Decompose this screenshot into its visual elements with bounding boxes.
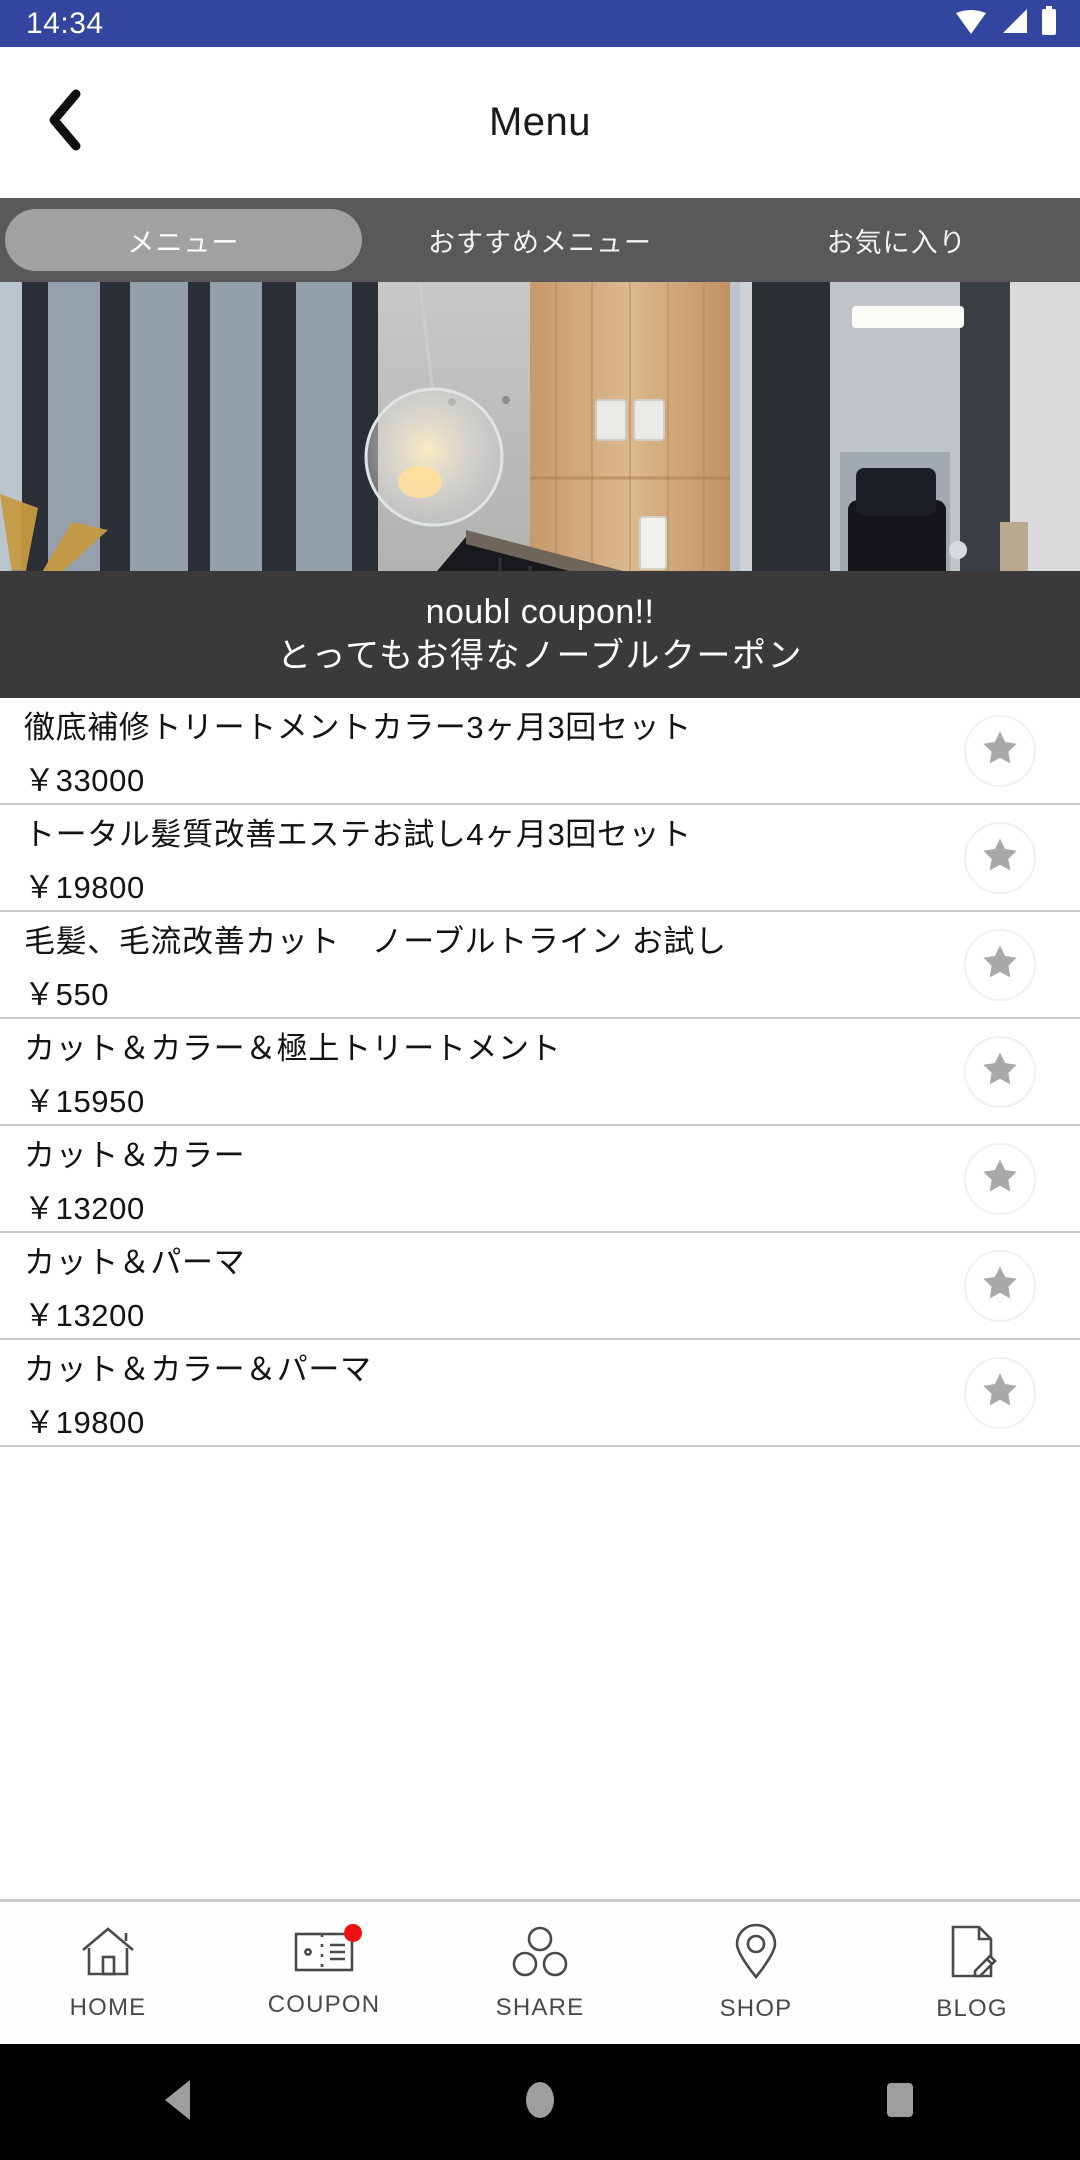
system-recents-button[interactable] xyxy=(840,2044,960,2160)
menu-item-price: ￥19800 xyxy=(24,1404,145,1440)
star-icon xyxy=(979,941,1021,988)
menu-list: 徹底補修トリートメントカラー3ヶ月3回セット ￥33000 トータル髪質改善エス… xyxy=(0,698,1080,1447)
home-circle-icon xyxy=(520,2077,560,2128)
tab-recommended-menu[interactable]: おすすめメニュー xyxy=(362,209,719,271)
status-bar: 14:34 xyxy=(0,0,1080,47)
menu-item-texts: 毛髪、毛流改善カット ノーブルトライン お試し ￥550 xyxy=(24,916,727,1014)
nav-item-shop[interactable]: SHOP xyxy=(648,1902,864,2044)
menu-item-price: ￥13200 xyxy=(24,1190,145,1226)
menu-item-price: ￥15950 xyxy=(24,1083,145,1119)
favorite-button[interactable] xyxy=(964,928,1036,1001)
menu-item-name: カット＆カラー＆パーマ xyxy=(24,1351,372,1387)
system-home-button[interactable] xyxy=(480,2044,600,2160)
menu-list-item[interactable]: カット＆カラー＆パーマ ￥19800 xyxy=(0,1340,1080,1447)
android-system-bar xyxy=(0,2044,1080,2160)
back-chevron-icon xyxy=(45,89,85,156)
recents-square-icon xyxy=(880,2077,920,2128)
menu-item-price: ￥33000 xyxy=(24,762,145,798)
phone-screen: 14:34 Menu メニュー おすすめメニュー お気に入り noubl cou… xyxy=(0,0,1080,2160)
menu-item-texts: カット＆カラー＆パーマ ￥19800 xyxy=(24,1344,372,1442)
nav-item-blog[interactable]: BLOG xyxy=(864,1902,1080,2044)
menu-item-name: カット＆カラー xyxy=(24,1137,246,1173)
menu-item-price: ￥13200 xyxy=(24,1297,145,1333)
favorite-button[interactable] xyxy=(964,714,1036,787)
nav-label-blog: BLOG xyxy=(936,1995,1008,2022)
map-pin-icon xyxy=(731,1923,781,1986)
menu-item-texts: 徹底補修トリートメントカラー3ヶ月3回セット ￥33000 xyxy=(24,702,692,800)
banner-caption: noubl coupon!! とってもお得なノーブルクーポン xyxy=(0,571,1080,698)
nav-item-coupon[interactable]: COUPON xyxy=(216,1902,432,2044)
tab-menu[interactable]: メニュー xyxy=(5,209,362,271)
tab-favorites[interactable]: お気に入り xyxy=(718,209,1075,271)
favorite-button[interactable] xyxy=(964,821,1036,894)
share-icon xyxy=(511,1924,569,1985)
star-icon xyxy=(979,1155,1021,1202)
nav-label-share: SHARE xyxy=(495,1994,585,2021)
menu-list-item[interactable]: カット＆カラー ￥13200 xyxy=(0,1126,1080,1233)
nav-label-shop: SHOP xyxy=(719,1995,793,2022)
menu-item-name: 毛髪、毛流改善カット ノーブルトライン お試し xyxy=(24,923,727,959)
banner-caption-line2: とってもお得なノーブルクーポン xyxy=(276,636,804,675)
favorite-button[interactable] xyxy=(964,1249,1036,1322)
back-button[interactable] xyxy=(26,84,104,162)
menu-item-texts: トータル髪質改善エステお試し4ヶ月3回セット ￥19800 xyxy=(24,809,692,907)
document-pencil-icon xyxy=(945,1923,999,1986)
menu-item-price: ￥550 xyxy=(24,976,110,1012)
menu-list-item[interactable]: トータル髪質改善エステお試し4ヶ月3回セット ￥19800 xyxy=(0,805,1080,912)
menu-list-item[interactable]: 徹底補修トリートメントカラー3ヶ月3回セット ￥33000 xyxy=(0,698,1080,805)
wifi-icon xyxy=(954,7,988,40)
menu-item-name: トータル髪質改善エステお試し4ヶ月3回セット xyxy=(24,816,692,852)
bottom-navigation-bar: HOME COUPON SHARE SHOP BLOG xyxy=(0,1899,1080,2044)
star-icon xyxy=(979,834,1021,881)
menu-item-texts: カット＆カラー＆極上トリートメント ￥15950 xyxy=(24,1023,561,1121)
menu-item-name: 徹底補修トリートメントカラー3ヶ月3回セット xyxy=(24,709,692,745)
menu-list-item[interactable]: 毛髪、毛流改善カット ノーブルトライン お試し ￥550 xyxy=(0,912,1080,1019)
banner-caption-line1: noubl coupon!! xyxy=(425,592,655,631)
favorite-button[interactable] xyxy=(964,1035,1036,1108)
menu-item-texts: カット＆カラー ￥13200 xyxy=(24,1130,245,1228)
coupon-badge-dot xyxy=(344,1924,362,1942)
back-triangle-icon xyxy=(160,2077,200,2128)
nav-label-coupon: COUPON xyxy=(267,1991,381,2018)
page-title: Menu xyxy=(488,100,592,144)
battery-icon xyxy=(1040,6,1058,41)
system-back-button[interactable] xyxy=(120,2044,240,2160)
menu-item-name: カット＆カラー＆極上トリートメント xyxy=(24,1030,562,1066)
app-bar: Menu xyxy=(0,47,1080,198)
menu-list-item[interactable]: カット＆パーマ ￥13200 xyxy=(0,1233,1080,1340)
star-icon xyxy=(979,1369,1021,1416)
star-icon xyxy=(979,1048,1021,1095)
menu-item-name: カット＆パーマ xyxy=(24,1244,246,1280)
nav-item-share[interactable]: SHARE xyxy=(432,1902,648,2044)
status-clock: 14:34 xyxy=(26,6,104,40)
nav-item-home[interactable]: HOME xyxy=(0,1902,216,2044)
home-icon xyxy=(79,1924,137,1985)
menu-item-price: ￥19800 xyxy=(24,869,145,905)
menu-item-texts: カット＆パーマ ￥13200 xyxy=(24,1237,245,1335)
category-tab-bar: メニュー おすすめメニュー お気に入り xyxy=(0,198,1080,282)
cellular-signal-icon xyxy=(999,7,1029,40)
favorite-button[interactable] xyxy=(964,1356,1036,1429)
star-icon xyxy=(979,1262,1021,1309)
star-icon xyxy=(979,727,1021,774)
status-icon-group xyxy=(954,6,1058,41)
favorite-button[interactable] xyxy=(964,1142,1036,1215)
coupon-banner[interactable]: noubl coupon!! とってもお得なノーブルクーポン xyxy=(0,282,1080,698)
menu-list-item[interactable]: カット＆カラー＆極上トリートメント ￥15950 xyxy=(0,1019,1080,1126)
nav-label-home: HOME xyxy=(69,1994,147,2021)
menu-scroll-area[interactable]: noubl coupon!! とってもお得なノーブルクーポン 徹底補修トリートメ… xyxy=(0,282,1080,1899)
